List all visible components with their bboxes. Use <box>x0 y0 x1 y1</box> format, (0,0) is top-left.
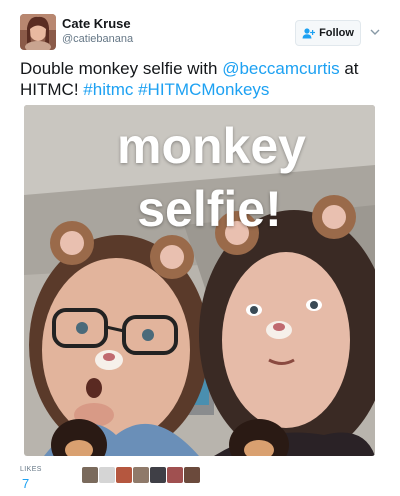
liker-avatar[interactable] <box>133 467 149 483</box>
tweet-header: Cate Kruse @catiebanana Follow <box>20 14 382 52</box>
add-user-icon <box>302 27 316 38</box>
follow-label: Follow <box>319 27 354 39</box>
author-screen-name[interactable]: @catiebanana <box>62 32 133 46</box>
photo-overlay-line2: selfie! <box>137 181 282 237</box>
tweet-photo[interactable]: monkey selfie! <box>24 105 375 456</box>
liker-avatar[interactable] <box>150 467 166 483</box>
likes-label: LIKES <box>20 466 42 473</box>
likes-count[interactable]: 7 <box>22 476 29 491</box>
author-avatar[interactable] <box>20 14 56 50</box>
tweet-card: Cate Kruse @catiebanana Follow Double mo… <box>0 0 400 496</box>
author-display-name[interactable]: Cate Kruse <box>62 16 133 32</box>
liker-avatar[interactable] <box>167 467 183 483</box>
tweet-text-prefix: Double monkey selfie with <box>20 59 223 78</box>
tweet-text: Double monkey selfie with @beccamcurtis … <box>20 58 380 100</box>
follow-button[interactable]: Follow <box>295 20 361 46</box>
hashtag-link-hitmcmonkeys[interactable]: #HITMCMonkeys <box>138 80 269 99</box>
mention-link[interactable]: @beccamcurtis <box>222 59 339 78</box>
liker-avatar[interactable] <box>99 467 115 483</box>
liker-avatars <box>82 467 201 483</box>
liker-avatar[interactable] <box>82 467 98 483</box>
likes-section: LIKES 7 <box>20 462 380 492</box>
chevron-down-icon[interactable] <box>369 26 381 38</box>
hashtag-link-hitmc[interactable]: #hitmc <box>83 80 133 99</box>
author-names: Cate Kruse @catiebanana <box>62 16 133 46</box>
liker-avatar[interactable] <box>116 467 132 483</box>
liker-avatar[interactable] <box>184 467 200 483</box>
photo-overlay-line1: monkey <box>117 118 306 174</box>
